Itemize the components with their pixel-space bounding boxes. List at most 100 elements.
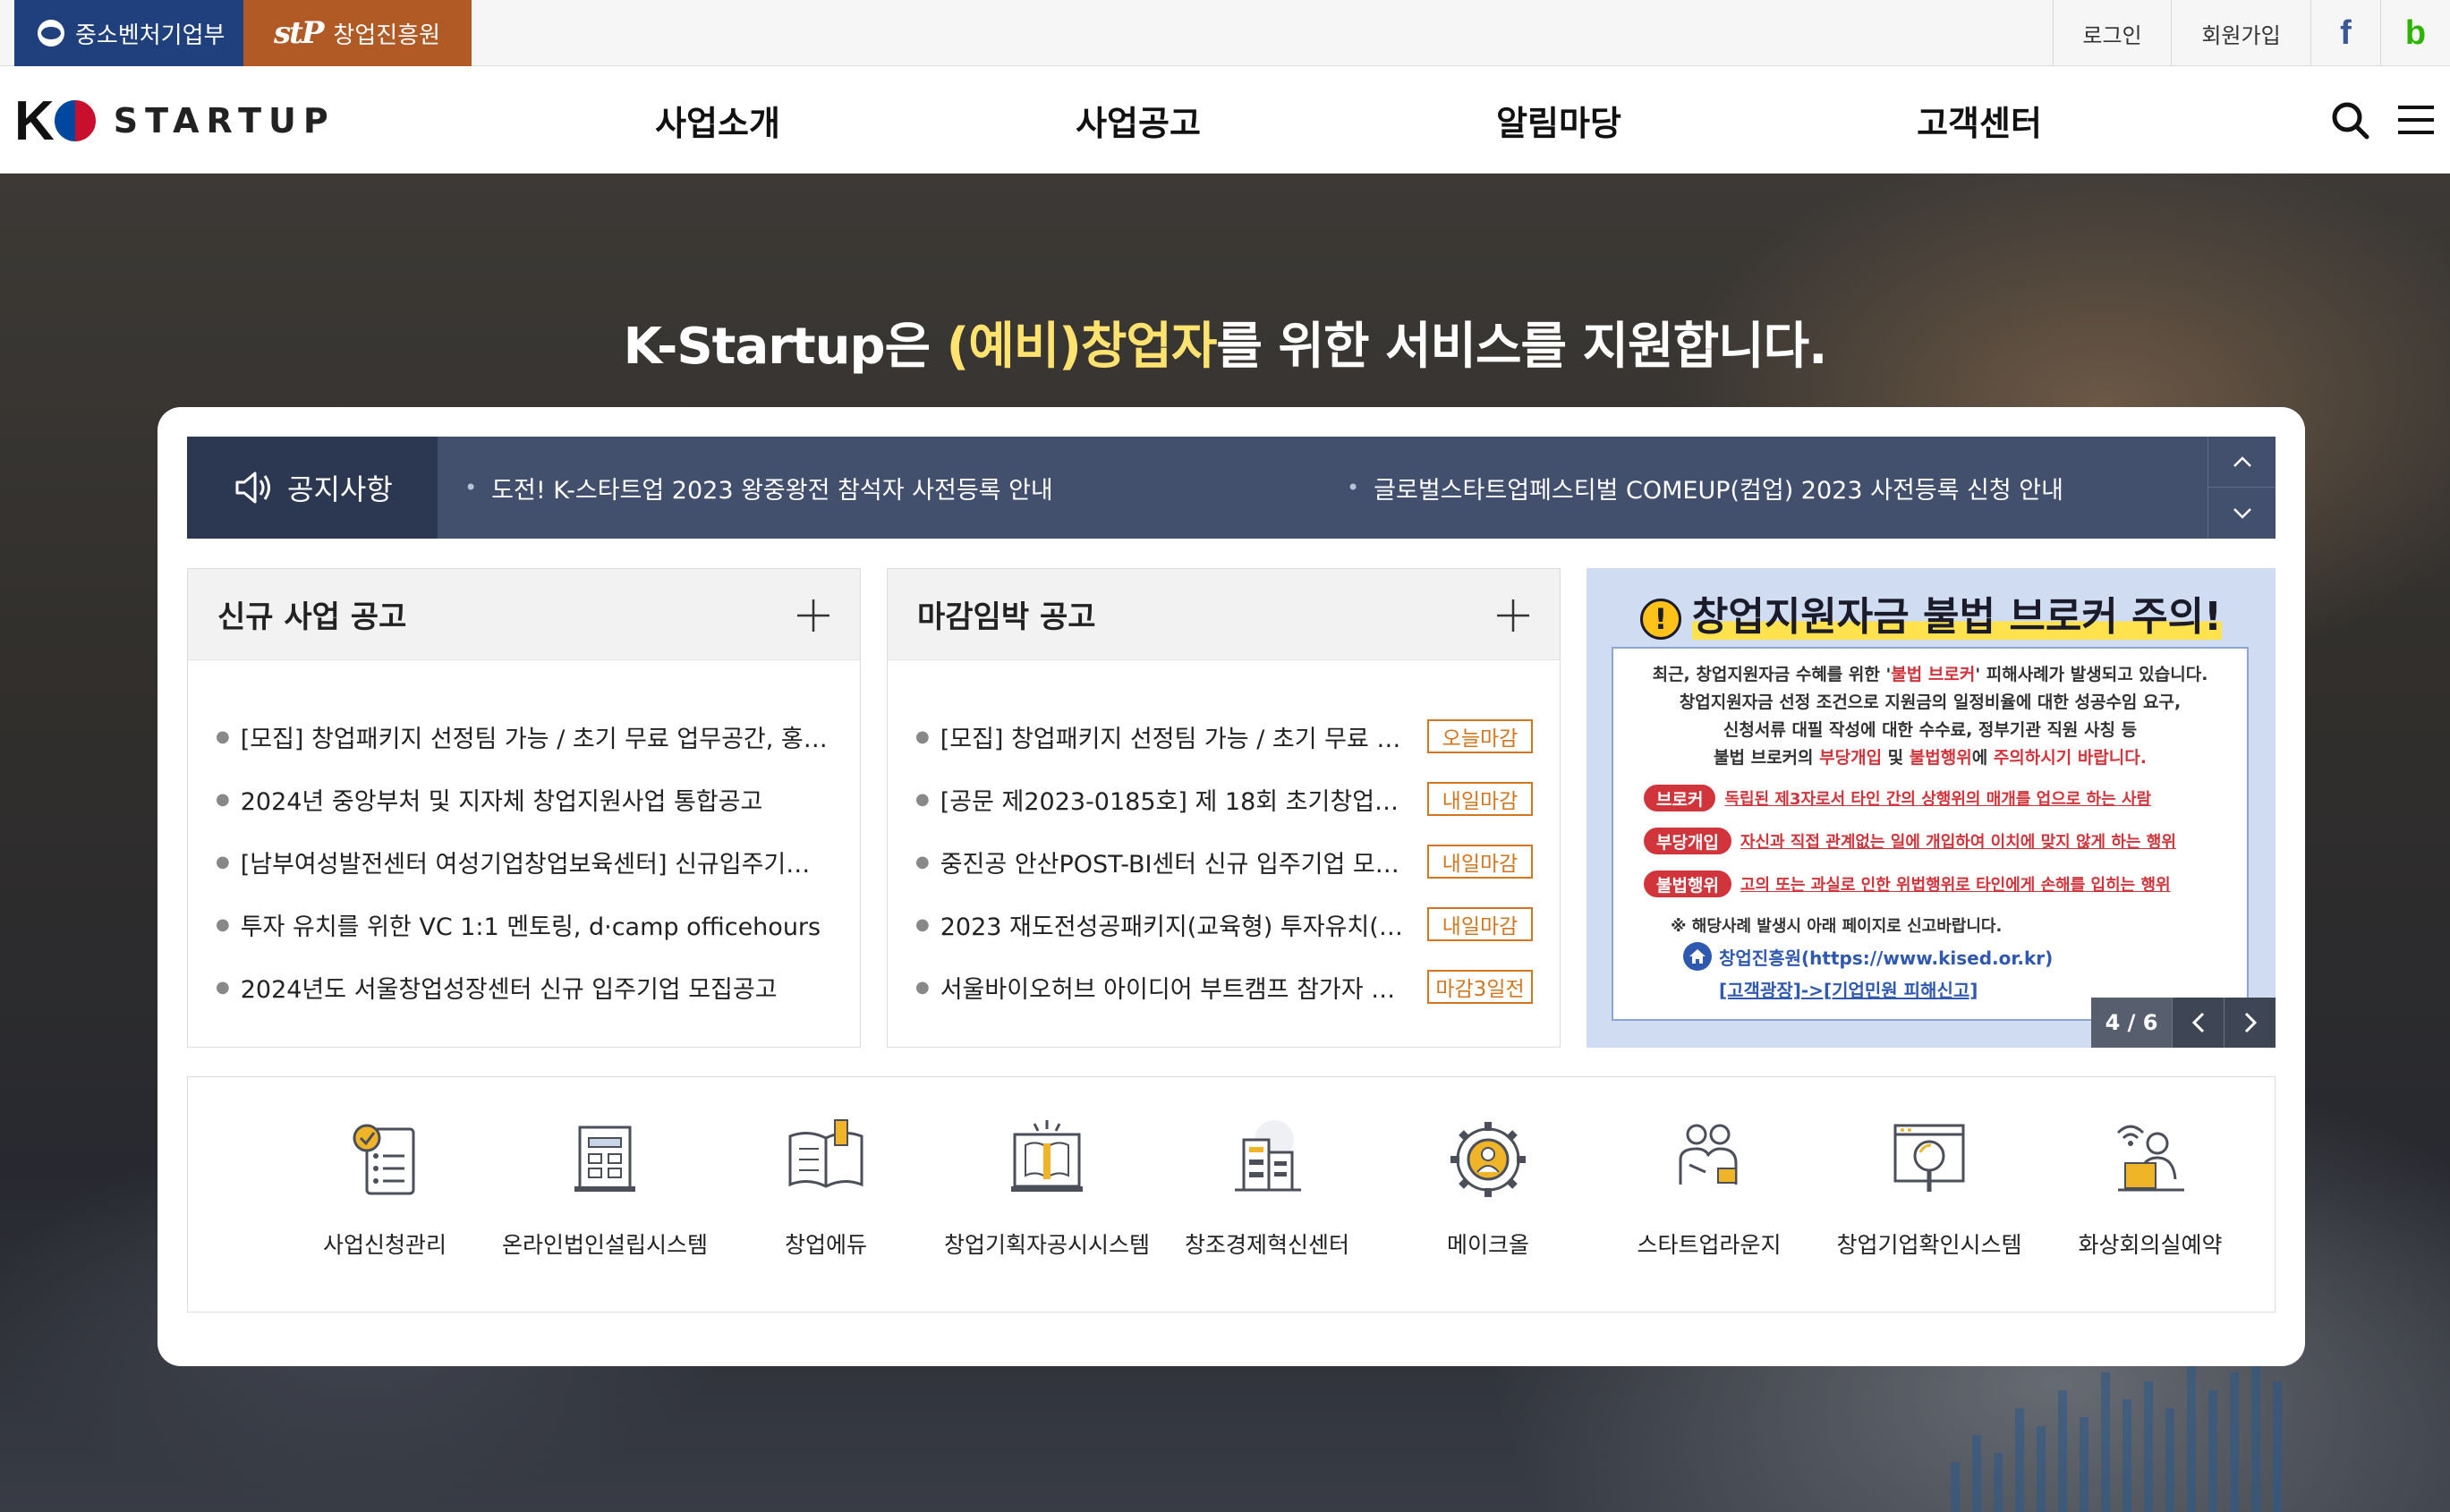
list-item-text: [모집] 창업패키지 선정팀 가능 / 초기 무료 업무공간, 홍보 지원 <box>240 725 831 753</box>
ministry-label: 중소벤처기업부 <box>75 21 225 49</box>
login-link[interactable]: 로그인 <box>2053 0 2171 66</box>
quick-link-video-conference[interactable]: 화상회의실예약 <box>2043 1077 2258 1313</box>
bullet-icon: ● <box>915 914 930 934</box>
banner-page-count: 4 / 6 <box>2091 998 2172 1048</box>
nav-item-customer-center[interactable]: 고객센터 <box>1917 66 2042 174</box>
list-item-text: 서울바이오허브 아이디어 부트캠프 참가자 모집 <box>940 975 1406 1004</box>
banner-title-text: 창업지원자금 불법 브로커 주의! <box>1691 594 2223 640</box>
quick-link-corporate[interactable]: 온라인법인설립시스템 <box>498 1077 712 1313</box>
disclosure-board-icon <box>1011 1120 1083 1192</box>
logo-text: STARTUP <box>113 101 336 140</box>
definition-pill: 부당개입 <box>1644 828 1731 854</box>
plus-icon[interactable] <box>795 598 831 633</box>
definition-text: 독립된 제3자로서 타인 간의 상행위의 매개를 업으로 하는 사람 <box>1724 790 2152 809</box>
list-item[interactable]: ● [모집] 창업패키지 선정팀 가능 / 초기 무료 업무공간, 홍보 지원 <box>188 705 860 768</box>
ministry-link[interactable]: 중소벤처기업부 <box>14 0 243 66</box>
list-item[interactable]: ● [모집] 창업패키지 선정팀 가능 / 초기 무료 업무공간 오늘마감 <box>888 705 1560 768</box>
speaker-icon <box>235 471 270 504</box>
corporate-registration-icon <box>574 1126 635 1192</box>
nav-item-news[interactable]: 알림마당 <box>1496 66 1621 174</box>
deadline-tag: 내일마감 <box>1427 907 1533 941</box>
list-item[interactable]: ● 2024년도 서울창업성장센터 신규 입주기업 모집공고 <box>188 956 860 1018</box>
deadline-title: 마감임박 공고 <box>917 599 1096 635</box>
notice-label[interactable]: 공지사항 <box>187 437 438 539</box>
chevron-up-icon <box>2233 456 2251 467</box>
list-item[interactable]: ● 투자 유치를 위한 VC 1:1 멘토링, d·camp officehour… <box>188 893 860 956</box>
video-conference-icon <box>2116 1125 2184 1192</box>
quick-link-label: 창조경제혁신센터 <box>1184 1232 1349 1258</box>
list-item[interactable]: ● 중진공 안산POST-BI센터 신규 입주기업 모집 공고 내일마감 <box>888 830 1560 893</box>
nav-item-announcements[interactable]: 사업공고 <box>1076 66 1201 174</box>
innovation-building-icon <box>1235 1120 1301 1192</box>
banner-next-button[interactable] <box>2224 998 2276 1048</box>
bullet-icon: ● <box>216 852 230 871</box>
definition-row: 불법행위 고의 또는 과실로 인한 위법행위로 타인에게 손해를 입히는 행위 <box>1644 867 2247 901</box>
kised-link[interactable]: stP 창업진흥원 <box>243 0 472 66</box>
bullet-icon: ● <box>915 789 930 809</box>
list-item-text: [공문 제2023-0185호] 제 18회 초기창업을 위한 지원 <box>940 787 1406 816</box>
education-book-icon <box>788 1119 863 1188</box>
definition-pill: 브로커 <box>1644 785 1716 811</box>
plus-icon[interactable] <box>1495 598 1531 633</box>
notice-item[interactable]: 글로벌스타트업페스티벌 COMEUP(컴업) 2023 사전등록 신청 안내 <box>1347 437 2063 539</box>
deadline-tag: 마감3일전 <box>1427 970 1533 1004</box>
hero-title: K-Startup은 (예비)창업자를 위한 서비스를 지원합니다. <box>0 306 2450 378</box>
verification-magnifier-icon <box>1893 1124 1965 1192</box>
definition-text: 자신과 직접 관계없는 일에 개입하여 이치에 맞지 않게 하는 행위 <box>1740 833 2176 852</box>
quick-link-lounge[interactable]: 스타트업라운지 <box>1602 1077 1816 1313</box>
notice-prev-button[interactable] <box>2208 437 2276 488</box>
list-item[interactable]: ● 2023 재도전성공패키지(교육형) 투자유치(IR) 교육 내일마감 <box>888 893 1560 956</box>
ministry-emblem-icon <box>38 20 64 47</box>
banner-text: 불법 브로커의 <box>1714 748 1820 768</box>
deadline-list: ● [모집] 창업패키지 선정팀 가능 / 초기 무료 업무공간 오늘마감 ● [공문… <box>888 660 1560 1018</box>
makeall-gear-icon <box>1450 1122 1526 1197</box>
new-business-list: ● [모집] 창업패키지 선정팀 가능 / 초기 무료 업무공간, 홍보 지원 ●… <box>188 660 860 1018</box>
warning-icon: ! <box>1639 599 1681 640</box>
banner-prev-button[interactable] <box>2172 998 2224 1048</box>
notice-item[interactable]: 도전! K-스타트업 2023 왕중왕전 참석자 사전등록 안내 <box>464 437 1053 539</box>
report-note: ※ 해당사례 발생시 아래 페이지로 신고바랍니다. <box>1671 917 2003 936</box>
quick-link-label: 온라인법인설립시스템 <box>501 1232 708 1258</box>
bullet-icon: ● <box>216 726 230 746</box>
background-chart-decoration <box>1951 1355 2416 1512</box>
list-item-text: 2024년도 서울창업성장센터 신규 입주기업 모집공고 <box>240 975 778 1004</box>
banner-text-red: 부당개입 <box>1819 748 1883 768</box>
deadline-header: 마감임박 공고 <box>888 569 1560 660</box>
banner-text-red: 주의하시기 바랍니다. <box>1993 748 2147 768</box>
quick-links: 사업신청관리 온라인법인설립시스템 창업에듀 창업기획자공시시스템 창조경제혁신… <box>187 1076 2276 1312</box>
bullet-icon: ● <box>915 726 930 746</box>
list-item[interactable]: ● 서울바이오허브 아이디어 부트캠프 참가자 모집 마감3일전 <box>888 956 1560 1018</box>
definition-row: 부당개입 자신과 직접 관계없는 일에 개입하여 이치에 맞지 않게 하는 행위 <box>1644 824 2247 858</box>
facebook-icon[interactable]: f <box>2310 0 2380 66</box>
startup-lounge-icon <box>1679 1124 1738 1185</box>
nav-item-business-intro[interactable]: 사업소개 <box>655 66 780 174</box>
banner-text-red: 불법 브로커 <box>1891 665 1976 684</box>
banner-title: ! 창업지원자금 불법 브로커 주의! <box>1587 584 2276 641</box>
quick-link-label: 창업기업확인시스템 <box>1836 1232 2022 1258</box>
quick-link-innovation-center[interactable]: 창조경제혁신센터 <box>1160 1077 1374 1313</box>
kstartup-logo[interactable]: K STARTUP <box>14 89 336 152</box>
search-icon[interactable] <box>2330 100 2369 140</box>
list-item[interactable]: ● [공문 제2023-0185호] 제 18회 초기창업을 위한 지원 내일마감 <box>888 768 1560 830</box>
notice-next-button[interactable] <box>2208 488 2276 539</box>
quick-link-disclosure[interactable]: 창업기획자공시시스템 <box>940 1077 1154 1313</box>
quick-link-application[interactable]: 사업신청관리 <box>277 1077 492 1313</box>
list-item[interactable]: ● 2024년 중앙부처 및 지자체 창업지원사업 통합공고 <box>188 768 860 830</box>
quick-link-label: 스타트업라운지 <box>1637 1232 1782 1258</box>
new-business-header: 신규 사업 공고 <box>188 569 860 660</box>
banner-text: 신청서류 대필 작성에 대한 수수료, 정부기관 직원 사칭 등 <box>1723 720 2138 740</box>
quick-link-makeall[interactable]: 메이크올 <box>1381 1077 1595 1313</box>
quick-link-edu[interactable]: 창업에듀 <box>719 1077 933 1313</box>
banner-text: 창업지원자금 선정 조건으로 지원금의 일정비율에 대한 성공수임 요구, <box>1679 692 2182 712</box>
kised-report-link[interactable]: 창업진흥원(https://www.kised.or.kr) <box>1683 942 2247 971</box>
list-item[interactable]: ● [남부여성발전센터 여성기업창업보육센터] 신규입주기업 모집 <box>188 830 860 893</box>
join-link[interactable]: 회원가입 <box>2171 0 2310 66</box>
blog-icon[interactable]: b <box>2380 0 2450 66</box>
notice-controls <box>2208 437 2276 539</box>
quick-link-verification[interactable]: 창업기업확인시스템 <box>1822 1077 2037 1313</box>
broker-warning-banner[interactable]: ! 창업지원자금 불법 브로커 주의! 최근, 창업지원자금 수혜를 위한 '불법… <box>1587 568 2276 1048</box>
application-checklist-icon <box>353 1124 415 1195</box>
banner-text: 최근, 창업지원자금 수혜를 위한 ' <box>1652 665 1892 684</box>
hamburger-menu-icon[interactable] <box>2396 100 2436 140</box>
chevron-down-icon <box>2233 507 2251 519</box>
